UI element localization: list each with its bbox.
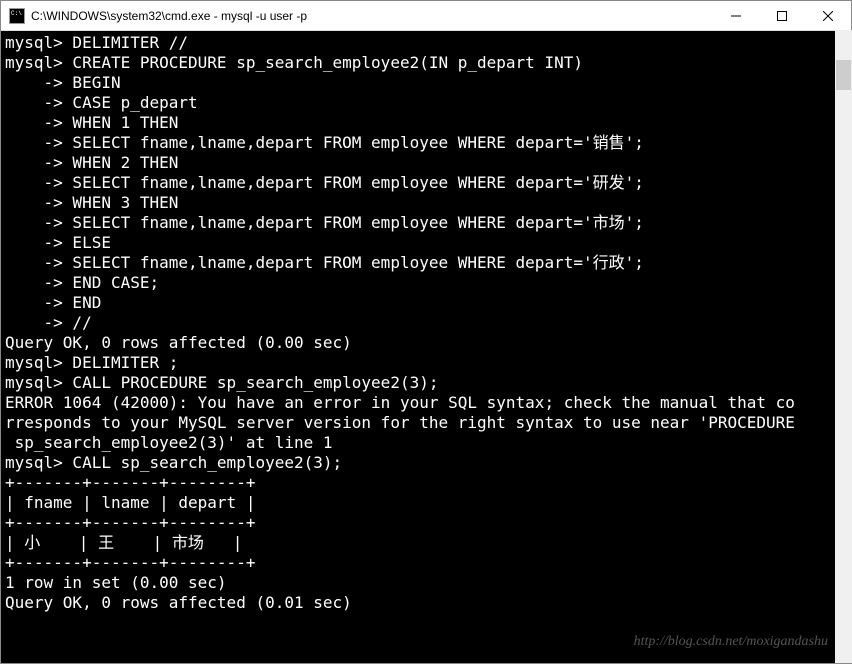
terminal-line: Query OK, 0 rows affected (0.01 sec): [5, 593, 847, 613]
terminal-line: +-------+-------+--------+: [5, 473, 847, 493]
terminal-line: 1 row in set (0.00 sec): [5, 573, 847, 593]
terminal-line: | fname | lname | depart |: [5, 493, 847, 513]
terminal-line: -> SELECT fname,lname,depart FROM employ…: [5, 173, 847, 193]
terminal-line: mysql> CALL PROCEDURE sp_search_employee…: [5, 373, 847, 393]
terminal-line: -> ELSE: [5, 233, 847, 253]
watermark-text: http://blog.csdn.net/moxigandashu: [634, 634, 828, 650]
terminal-line: -> END CASE;: [5, 273, 847, 293]
titlebar[interactable]: C:\WINDOWS\system32\cmd.exe - mysql -u u…: [1, 1, 851, 31]
window-controls: [713, 1, 851, 30]
maximize-button[interactable]: [759, 1, 805, 30]
terminal-line: -> END: [5, 293, 847, 313]
cmd-icon: [9, 8, 25, 24]
terminal-output[interactable]: mysql> DELIMITER //mysql> CREATE PROCEDU…: [1, 31, 851, 663]
terminal-line: sp_search_employee2(3)' at line 1: [5, 433, 847, 453]
terminal-line: mysql> CALL sp_search_employee2(3);: [5, 453, 847, 473]
terminal-line: -> //: [5, 313, 847, 333]
terminal-line: mysql> DELIMITER ;: [5, 353, 847, 373]
terminal-line: -> BEGIN: [5, 73, 847, 93]
scroll-thumb[interactable]: [836, 60, 851, 90]
terminal-line: mysql> CREATE PROCEDURE sp_search_employ…: [5, 53, 847, 73]
terminal-line: -> WHEN 2 THEN: [5, 153, 847, 173]
terminal-line: -> CASE p_depart: [5, 93, 847, 113]
terminal-line: -> WHEN 1 THEN: [5, 113, 847, 133]
terminal-line: -> SELECT fname,lname,depart FROM employ…: [5, 253, 847, 273]
vertical-scrollbar[interactable]: [835, 30, 852, 663]
terminal-line: -> WHEN 3 THEN: [5, 193, 847, 213]
terminal-line: Query OK, 0 rows affected (0.00 sec): [5, 333, 847, 353]
close-button[interactable]: [805, 1, 851, 30]
terminal-line: -> SELECT fname,lname,depart FROM employ…: [5, 213, 847, 233]
terminal-line: | 小 | 王 | 市场 |: [5, 533, 847, 553]
cmd-window: C:\WINDOWS\system32\cmd.exe - mysql -u u…: [0, 0, 852, 664]
minimize-button[interactable]: [713, 1, 759, 30]
terminal-line: +-------+-------+--------+: [5, 513, 847, 533]
terminal-line: -> SELECT fname,lname,depart FROM employ…: [5, 133, 847, 153]
terminal-line: mysql> DELIMITER //: [5, 33, 847, 53]
terminal-line: ERROR 1064 (42000): You have an error in…: [5, 393, 847, 413]
terminal-line: rresponds to your MySQL server version f…: [5, 413, 847, 433]
window-title: C:\WINDOWS\system32\cmd.exe - mysql -u u…: [31, 9, 713, 23]
terminal-line: +-------+-------+--------+: [5, 553, 847, 573]
